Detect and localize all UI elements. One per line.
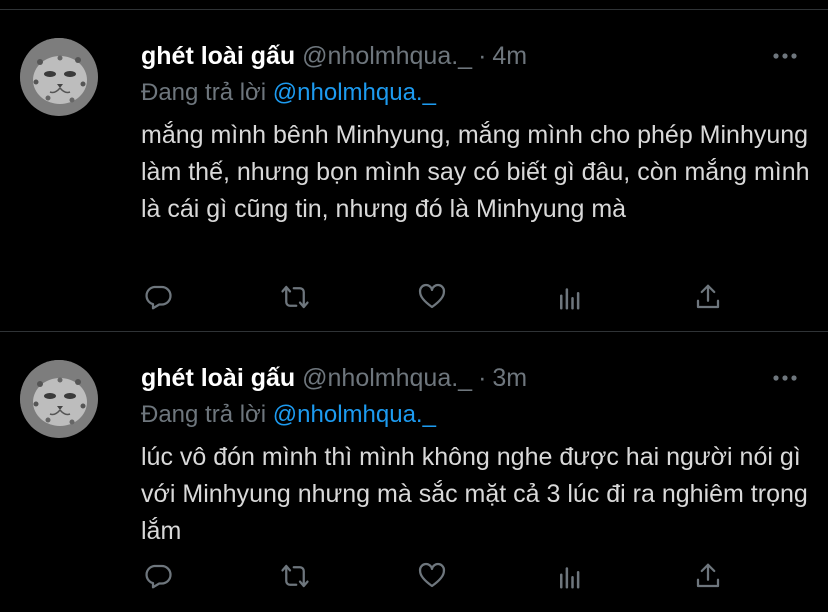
retweet-icon	[281, 285, 309, 309]
separator-dot: ·	[478, 364, 487, 392]
tweet[interactable]: ghét loài gấu @nholmhqua._ · 4m Đang trả l…	[0, 10, 828, 331]
heart-icon	[418, 283, 446, 309]
tweet-time[interactable]: 4m	[492, 42, 527, 70]
like-button[interactable]	[415, 280, 449, 314]
reply-button[interactable]	[141, 559, 175, 593]
snow-leopard-avatar-icon	[20, 38, 98, 116]
author-name[interactable]: ghét loài gấu	[141, 42, 295, 70]
avatar[interactable]	[20, 38, 98, 116]
retweet-icon	[281, 564, 309, 588]
reply-button[interactable]	[141, 280, 175, 314]
reply-icon	[145, 564, 172, 589]
stats-button[interactable]	[553, 559, 587, 593]
replying-to: Đang trả lời @nholmhqua._	[141, 77, 436, 109]
retweet-button[interactable]	[278, 559, 312, 593]
author-handle[interactable]: @nholmhqua._	[302, 364, 472, 392]
tweet-actions	[141, 280, 741, 314]
avatar[interactable]	[20, 360, 98, 438]
more-options-button[interactable]	[772, 368, 798, 388]
replying-prefix: Đang trả lời	[141, 401, 267, 428]
stats-button[interactable]	[553, 280, 587, 314]
tweet-actions	[141, 559, 741, 593]
tweet-time[interactable]: 3m	[492, 364, 527, 392]
stats-icon	[560, 567, 580, 589]
like-button[interactable]	[415, 559, 449, 593]
author-handle[interactable]: @nholmhqua._	[302, 42, 472, 70]
share-button[interactable]	[691, 559, 725, 593]
replying-prefix: Đang trả lời	[141, 79, 267, 106]
stats-icon	[560, 288, 580, 310]
more-options-button[interactable]	[772, 46, 798, 66]
tweet-header: ghét loài gấu @nholmhqua._ · 3m	[141, 362, 527, 394]
tweet-header: ghét loài gấu @nholmhqua._ · 4m	[141, 40, 527, 72]
author-name[interactable]: ghét loài gấu	[141, 364, 295, 392]
replying-mention-link[interactable]: @nholmhqua._	[273, 401, 436, 428]
snow-leopard-avatar-icon	[20, 360, 98, 438]
tweet-text: lúc vô đón mình thì mình không nghe được…	[141, 443, 808, 545]
tweet-text: mắng mình bênh Minhyung, mắng mình cho p…	[141, 121, 810, 223]
replying-mention-link[interactable]: @nholmhqua._	[273, 79, 436, 106]
reply-icon	[145, 285, 172, 310]
replying-to: Đang trả lời @nholmhqua._	[141, 399, 436, 431]
heart-icon	[418, 562, 446, 588]
share-button[interactable]	[691, 280, 725, 314]
tweet[interactable]: ghét loài gấu @nholmhqua._ · 3m Đang trả l…	[0, 332, 828, 612]
more-options-icon	[773, 53, 797, 59]
retweet-button[interactable]	[278, 280, 312, 314]
share-icon	[696, 563, 720, 588]
separator-dot: ·	[478, 42, 487, 70]
more-options-icon	[773, 375, 797, 381]
share-icon	[696, 284, 720, 309]
